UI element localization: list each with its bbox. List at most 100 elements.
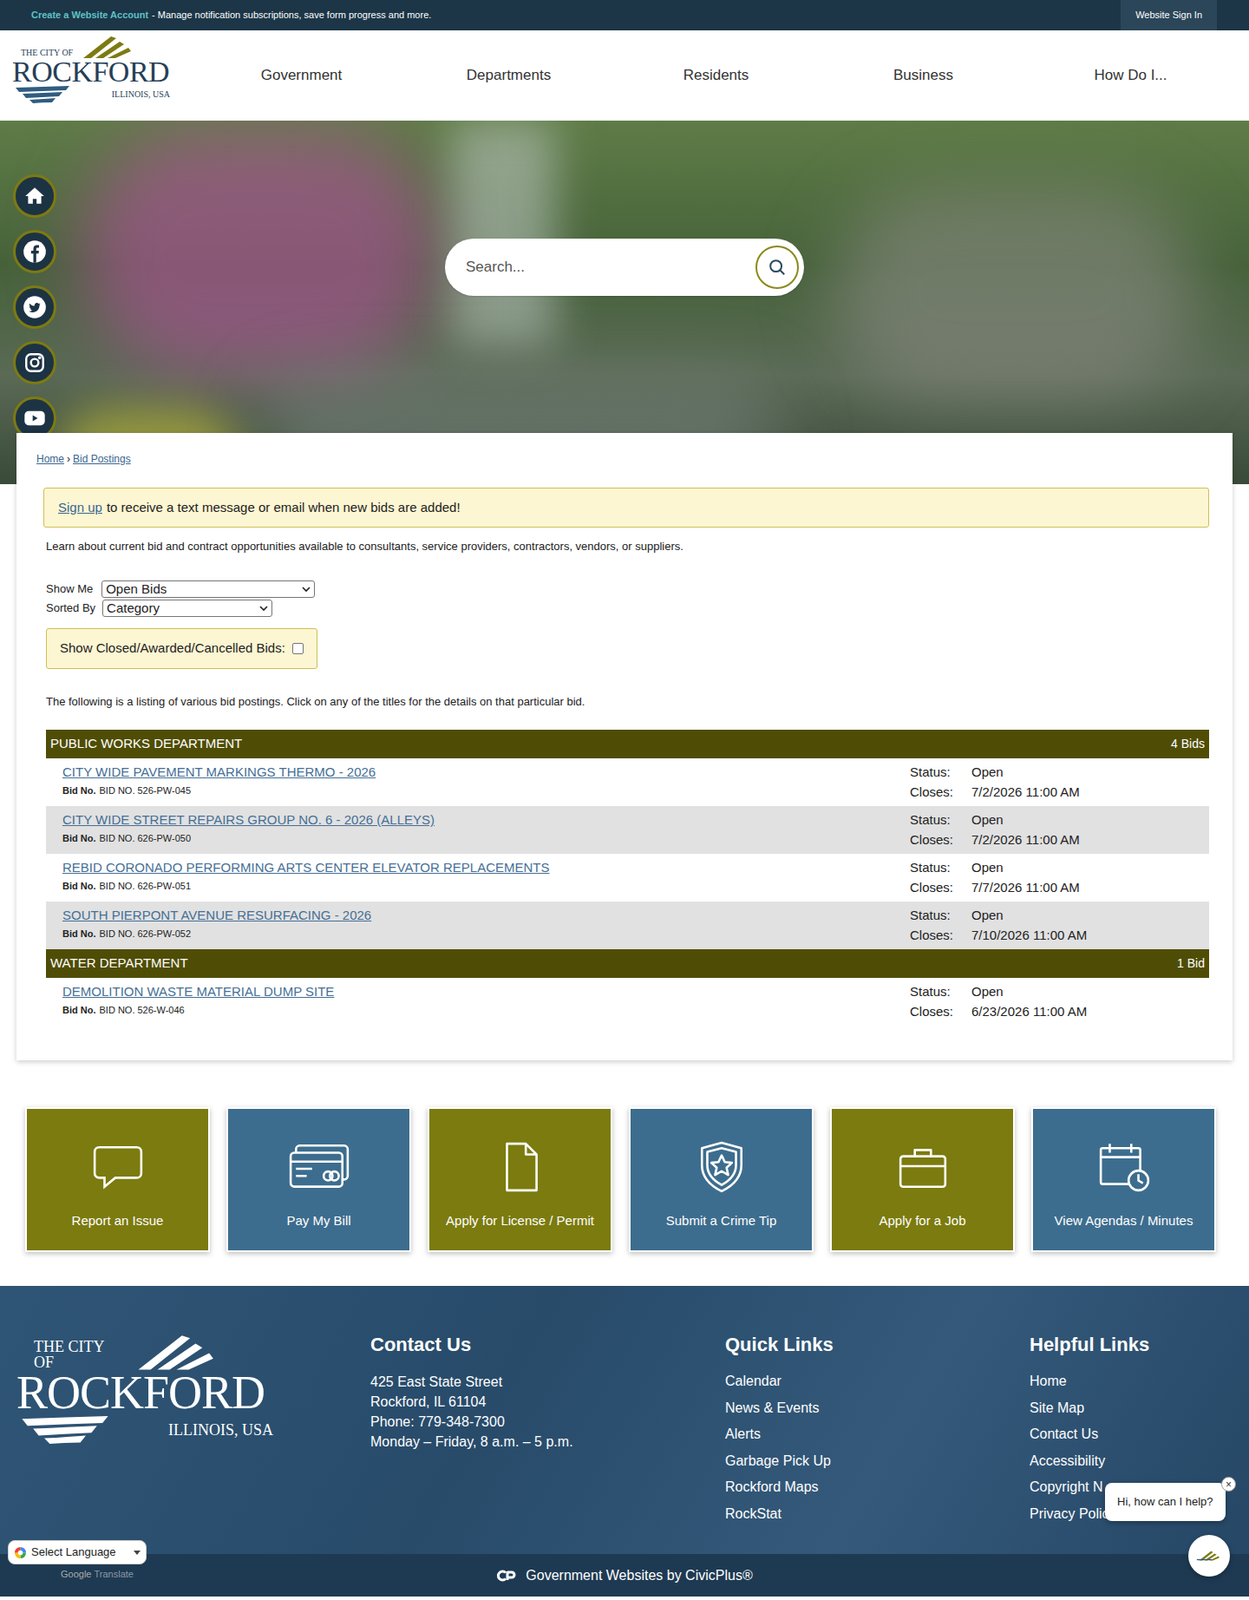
bid-number-value: BID NO. 526-PW-045	[99, 783, 192, 798]
status-value: Open	[971, 809, 1210, 830]
contact-line: 425 East State Street	[370, 1371, 726, 1392]
facebook-icon[interactable]	[13, 229, 57, 274]
logo[interactable]: THE CITY OF ROCKFORD ILLINOIS, USA	[0, 30, 198, 121]
show-me-value: Open Bids	[105, 581, 167, 597]
tile[interactable]: View Agendas / Minutes	[1031, 1106, 1217, 1252]
quick-link[interactable]: Garbage Pick Up	[725, 1447, 831, 1475]
instagram-icon[interactable]	[13, 340, 57, 385]
google-brand: Google	[60, 1566, 92, 1582]
tile[interactable]: Apply for License / Permit	[427, 1106, 613, 1252]
helpful-link[interactable]: Privacy Polic	[1029, 1500, 1110, 1528]
google-icon	[13, 1545, 27, 1559]
logo-suffix: ILLINOIS, USA	[168, 1421, 277, 1438]
helpful-link[interactable]: Contact Us	[1029, 1420, 1099, 1448]
language-select[interactable]: Select Language	[7, 1539, 147, 1564]
tile[interactable]: Submit a Crime Tip	[628, 1106, 814, 1252]
home-icon[interactable]	[13, 174, 57, 218]
closes-label: Closes:	[909, 1000, 972, 1021]
quick-link[interactable]: RockStat	[725, 1500, 782, 1528]
tile[interactable]: Pay My Bill	[226, 1106, 412, 1252]
twitter-icon[interactable]	[13, 285, 57, 329]
bid-title-link[interactable]: CITY WIDE PAVEMENT MARKINGS THERMO - 202…	[62, 761, 376, 782]
search-input[interactable]	[465, 255, 756, 279]
bid-title-link[interactable]: CITY WIDE STREET REPAIRS GROUP NO. 6 - 2…	[62, 809, 435, 830]
nav-item[interactable]: How Do I...	[1026, 64, 1235, 87]
account-message: Create a Website Account - Manage notifi…	[31, 7, 432, 23]
bid-number: Bid No.BID NO. 526-W-046	[62, 1002, 910, 1017]
bid-title-link[interactable]: SOUTH PIERPONT AVENUE RESURFACING - 2026	[62, 904, 372, 925]
sorted-by-label: Sorted By	[45, 599, 96, 617]
bid-number: Bid No.BID NO. 626-PW-051	[62, 878, 910, 893]
bid-title-link[interactable]: REBID CORONADO PERFORMING ARTS CENTER EL…	[62, 856, 550, 877]
content-card: Home › Bid Postings Sign up to receive a…	[16, 432, 1233, 1060]
show-me-select[interactable]: Open Bids	[101, 580, 315, 598]
bid-number-value: BID NO. 626-PW-051	[99, 878, 192, 893]
quick-link[interactable]: Calendar	[725, 1367, 782, 1395]
helpful-link[interactable]: Home	[1029, 1367, 1067, 1395]
sorted-by-filter: Sorted By Category	[45, 599, 1210, 617]
quick-links-heading: Quick Links	[725, 1333, 1030, 1356]
logo-prefix: THE CITY OF	[12, 48, 73, 59]
closes-value: 7/2/2026 11:00 AM	[971, 829, 1210, 850]
bid-number-label: Bid No.	[62, 926, 97, 941]
helpful-link[interactable]: Accessibility	[1029, 1447, 1106, 1475]
logo-prefix: THE CITY OF	[16, 1338, 128, 1370]
nav-item[interactable]: Government	[197, 64, 406, 87]
credit-card-icon	[287, 1139, 352, 1194]
footer: THE CITY OF ROCKFORD ILLINOIS, USA Conta…	[0, 1285, 1249, 1554]
helpful-link[interactable]: Copyright N	[1029, 1473, 1103, 1501]
nav-item[interactable]: Residents	[612, 64, 820, 87]
top-bar: Create a Website Account - Manage notifi…	[0, 0, 1249, 31]
logo-suffix: ILLINOIS, USA	[111, 90, 172, 99]
search-icon	[767, 257, 787, 277]
nav-item[interactable]: Departments	[405, 64, 613, 87]
chat-launcher[interactable]	[1188, 1534, 1230, 1576]
tile[interactable]: Report an Issue	[25, 1106, 210, 1252]
logo-fan-icon	[76, 35, 138, 59]
sorted-by-select[interactable]: Category	[102, 599, 273, 617]
footer-logo[interactable]: THE CITY OF ROCKFORD ILLINOIS, USA	[16, 1333, 371, 1554]
nav-item[interactable]: Business	[819, 64, 1027, 87]
tile[interactable]: Apply for a Job	[830, 1106, 1015, 1252]
status-label: Status:	[909, 809, 972, 830]
document-icon	[493, 1139, 548, 1194]
chat-close-button[interactable]: ×	[1221, 1476, 1236, 1491]
quick-link[interactable]: News & Events	[725, 1394, 819, 1422]
bid-number: Bid No.BID NO. 526-PW-045	[62, 783, 910, 798]
search-bar	[444, 238, 805, 296]
helpful-link[interactable]: Site Map	[1029, 1394, 1085, 1422]
contact-heading: Contact Us	[370, 1333, 726, 1356]
credit-link[interactable]: Government Websites by CivicPlus®	[525, 1564, 753, 1586]
breadcrumb-current[interactable]: Bid Postings	[72, 451, 131, 466]
closes-value: 7/10/2026 11:00 AM	[971, 924, 1210, 945]
breadcrumb-home[interactable]: Home	[36, 451, 65, 466]
quick-link[interactable]: Alerts	[725, 1420, 761, 1448]
contact-line: Monday – Friday, 8 a.m. – 5 p.m.	[370, 1431, 726, 1452]
bid-row: REBID CORONADO PERFORMING ARTS CENTER EL…	[45, 853, 1210, 902]
signup-notice: Sign up to receive a text message or ema…	[43, 487, 1210, 528]
signup-link[interactable]: Sign up	[58, 497, 103, 518]
category-header: PUBLIC WORKS DEPARTMENT4 Bids	[45, 729, 1210, 759]
show-closed-checkbox[interactable]	[292, 642, 304, 654]
chevron-icon	[259, 603, 269, 613]
quick-link[interactable]: Rockford Maps	[725, 1473, 819, 1501]
search-button[interactable]	[755, 245, 799, 289]
chat-bubble[interactable]: Hi, how can I help?	[1105, 1482, 1226, 1521]
show-me-label: Show Me	[45, 580, 93, 598]
sign-in-button[interactable]: Website Sign In	[1120, 0, 1217, 31]
footer-area: THE CITY OF ROCKFORD ILLINOIS, USA Conta…	[0, 1285, 1249, 1596]
bid-title-link[interactable]: DEMOLITION WASTE MATERIAL DUMP SITE	[62, 980, 334, 1001]
bid-info: SOUTH PIERPONT AVENUE RESURFACING - 2026…	[62, 904, 910, 945]
speech-bubble-icon	[91, 1139, 145, 1194]
hero-photo	[0, 120, 1249, 484]
tile-label: Pay My Bill	[281, 1210, 356, 1231]
logo-name: ROCKFORD	[16, 1369, 277, 1415]
bid-table: PUBLIC WORKS DEPARTMENT4 BidsCITY WIDE P…	[45, 729, 1210, 1026]
bid-row: SOUTH PIERPONT AVENUE RESURFACING - 2026…	[45, 901, 1210, 949]
closes-label: Closes:	[909, 781, 972, 802]
bid-row: CITY WIDE STREET REPAIRS GROUP NO. 6 - 2…	[45, 805, 1210, 854]
tile-label: Apply for License / Permit	[440, 1210, 600, 1231]
create-account-link[interactable]: Create a Website Account	[31, 7, 149, 23]
show-me-filter: Show Me Open Bids	[45, 580, 1210, 598]
logo-swoosh-icon	[16, 1415, 114, 1444]
